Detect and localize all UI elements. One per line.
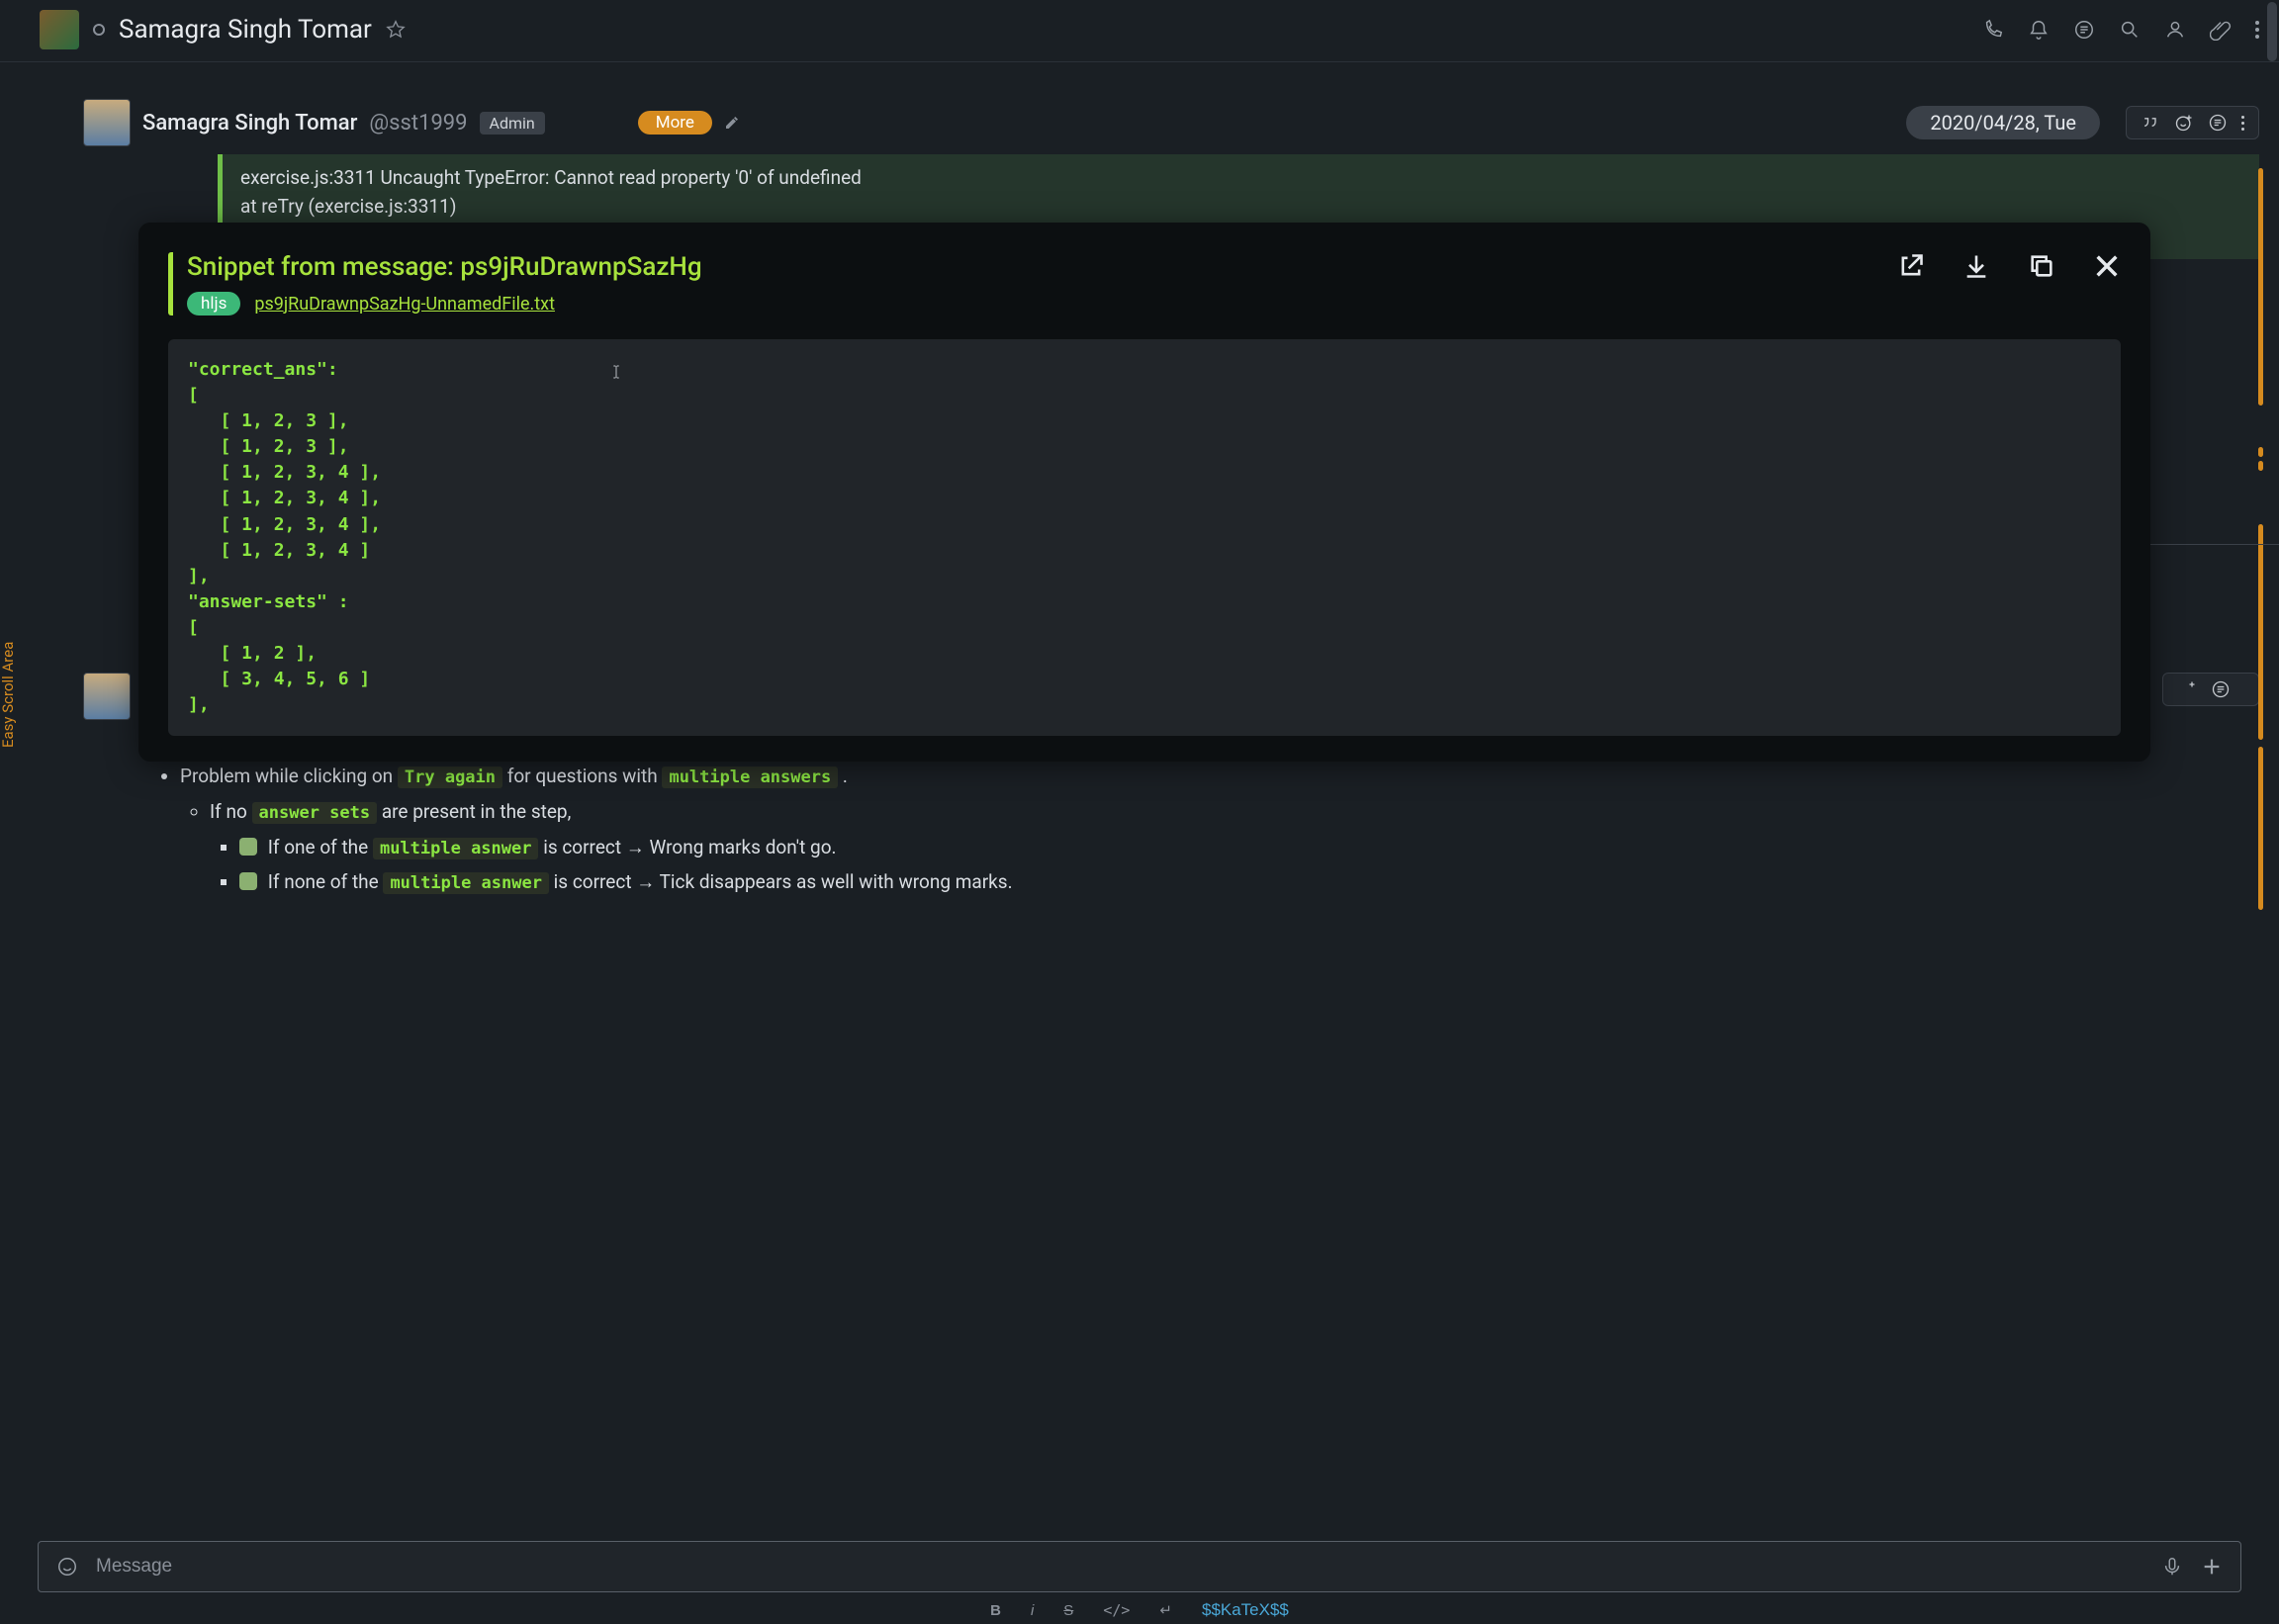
star-icon[interactable]	[386, 20, 406, 40]
format-code[interactable]: </>	[1103, 1601, 1130, 1619]
date-pill: 2020/04/28, Tue	[1906, 106, 2100, 139]
message-composer[interactable]	[38, 1541, 2241, 1592]
format-newline[interactable]: ↵	[1159, 1601, 1172, 1619]
bell-icon[interactable]	[2028, 19, 2050, 41]
marker-stripe	[2258, 524, 2263, 740]
microphone-icon[interactable]	[2161, 1556, 2183, 1578]
chat-area: Easy Scroll Area Samagra Singh Tomar @ss…	[0, 69, 2279, 1527]
search-icon[interactable]	[2119, 19, 2141, 41]
copy-icon[interactable]	[2028, 252, 2055, 280]
text: is correct → Wrong marks don't go.	[538, 836, 836, 858]
code-multiple-asnwer-2: multiple asnwer	[383, 872, 549, 894]
thread-icon[interactable]	[2073, 19, 2095, 41]
kebab-menu[interactable]	[2255, 21, 2259, 39]
snippet-filename-link[interactable]: ps9jRuDrawnpSazHg-UnnamedFile.txt	[254, 294, 555, 315]
text: If no	[210, 800, 252, 823]
download-icon[interactable]	[1962, 252, 1990, 280]
topbar: Samagra Singh Tomar	[0, 0, 2279, 62]
more-pill[interactable]: More	[638, 111, 712, 135]
marker-stripe	[2258, 447, 2263, 457]
user-avatar[interactable]	[83, 99, 131, 146]
hljs-pill[interactable]: hljs	[187, 292, 240, 316]
close-icon[interactable]	[2093, 252, 2121, 280]
topbar-left: Samagra Singh Tomar	[40, 10, 406, 49]
code-multiple-asnwer-1: multiple asnwer	[373, 838, 539, 859]
error-line-2: at reTry (exercise.js:3311)	[240, 193, 2241, 222]
text: .	[838, 765, 848, 787]
format-katex[interactable]: $$KaTeX$$	[1202, 1600, 1289, 1620]
snippet-title-wrap: Snippet from message: ps9jRuDrawnpSazHg …	[168, 252, 702, 316]
channel-avatar[interactable]	[40, 10, 79, 49]
message-input[interactable]	[96, 1556, 2143, 1578]
snippet-header: Snippet from message: ps9jRuDrawnpSazHg …	[168, 252, 2121, 316]
text: are present in the step,	[377, 800, 571, 823]
checkbox-icon[interactable]	[239, 838, 257, 856]
bullet-l1: Problem while clicking on Try again for …	[180, 760, 2249, 899]
phone-icon[interactable]	[1982, 19, 2004, 41]
text: If none of the	[263, 870, 383, 893]
code-try-again: Try again	[398, 767, 502, 788]
code-answer-sets: answer sets	[252, 802, 378, 824]
snippet-modal: Snippet from message: ps9jRuDrawnpSazHg …	[138, 223, 2150, 762]
emoji-icon[interactable]	[56, 1556, 78, 1578]
pencil-icon[interactable]	[724, 115, 740, 131]
topbar-actions	[1982, 19, 2259, 41]
external-link-icon[interactable]	[1897, 252, 1925, 280]
format-strike[interactable]: S	[1063, 1602, 1073, 1619]
person-icon[interactable]	[2164, 19, 2186, 41]
easy-scroll-label: Easy Scroll Area	[0, 642, 17, 748]
error-line-1: exercise.js:3311 Uncaught TypeError: Can…	[240, 164, 2241, 193]
code-multiple-answers: multiple answers	[662, 767, 838, 788]
checkbox-icon[interactable]	[239, 872, 257, 890]
code-block[interactable]: "correct_ans": [ [ 1, 2, 3 ], [ 1, 2, 3 …	[168, 339, 2121, 736]
snippet-subheader: hljs ps9jRuDrawnpSazHg-UnnamedFile.txt	[187, 292, 702, 316]
bullet-l2: If no answer sets are present in the ste…	[210, 795, 2249, 899]
bullet-l4: If none of the multiple asnwer is correc…	[239, 865, 2249, 899]
author-handle[interactable]: @sst1999	[369, 111, 467, 135]
text: is correct → Tick disappears as well wit…	[549, 870, 1013, 893]
format-italic[interactable]: i	[1031, 1602, 1034, 1619]
marker-stripe	[2258, 461, 2263, 471]
message-2-actions	[2162, 673, 2259, 706]
chat-title[interactable]: Samagra Singh Tomar	[119, 15, 372, 45]
message-header: Samagra Singh Tomar @sst1999 Admin More …	[40, 99, 2259, 146]
user-avatar-2[interactable]	[83, 673, 131, 720]
plus-icon[interactable]	[2201, 1556, 2223, 1578]
admin-badge: Admin	[480, 112, 545, 135]
marker-stripe	[2258, 747, 2263, 910]
emoji-add-icon[interactable]	[2174, 113, 2194, 133]
marker-stripe	[2258, 168, 2263, 406]
message-actions	[2126, 106, 2259, 139]
format-toolbar: B i S </> ↵ $$KaTeX$$	[0, 1600, 2279, 1620]
attachment-icon[interactable]	[2210, 19, 2232, 41]
quote-icon[interactable]	[2141, 113, 2160, 133]
author-name[interactable]: Samagra Singh Tomar	[142, 111, 357, 135]
format-bold[interactable]: B	[990, 1602, 1001, 1619]
message-kebab[interactable]	[2241, 116, 2244, 131]
message-meta: Samagra Singh Tomar @sst1999 Admin More …	[142, 99, 2259, 146]
snippet-title: Snippet from message: ps9jRuDrawnpSazHg	[187, 252, 702, 282]
reply-thread-icon[interactable]	[2208, 113, 2228, 133]
text: Problem while clicking on	[180, 765, 398, 787]
emoji-add-icon-2[interactable]	[2177, 679, 2197, 699]
text: If one of the	[263, 836, 373, 858]
reply-thread-icon-2[interactable]	[2211, 679, 2231, 699]
bullet-l3: If one of the multiple asnwer is correct…	[239, 831, 2249, 864]
status-indicator	[93, 24, 105, 36]
text: for questions with	[502, 765, 662, 787]
snippet-actions	[1897, 252, 2121, 280]
text-cursor-icon	[608, 361, 624, 383]
scrollbar-thumb[interactable]	[2267, 2, 2277, 61]
message-2-body: Problem while clicking on Try again for …	[158, 760, 2249, 899]
